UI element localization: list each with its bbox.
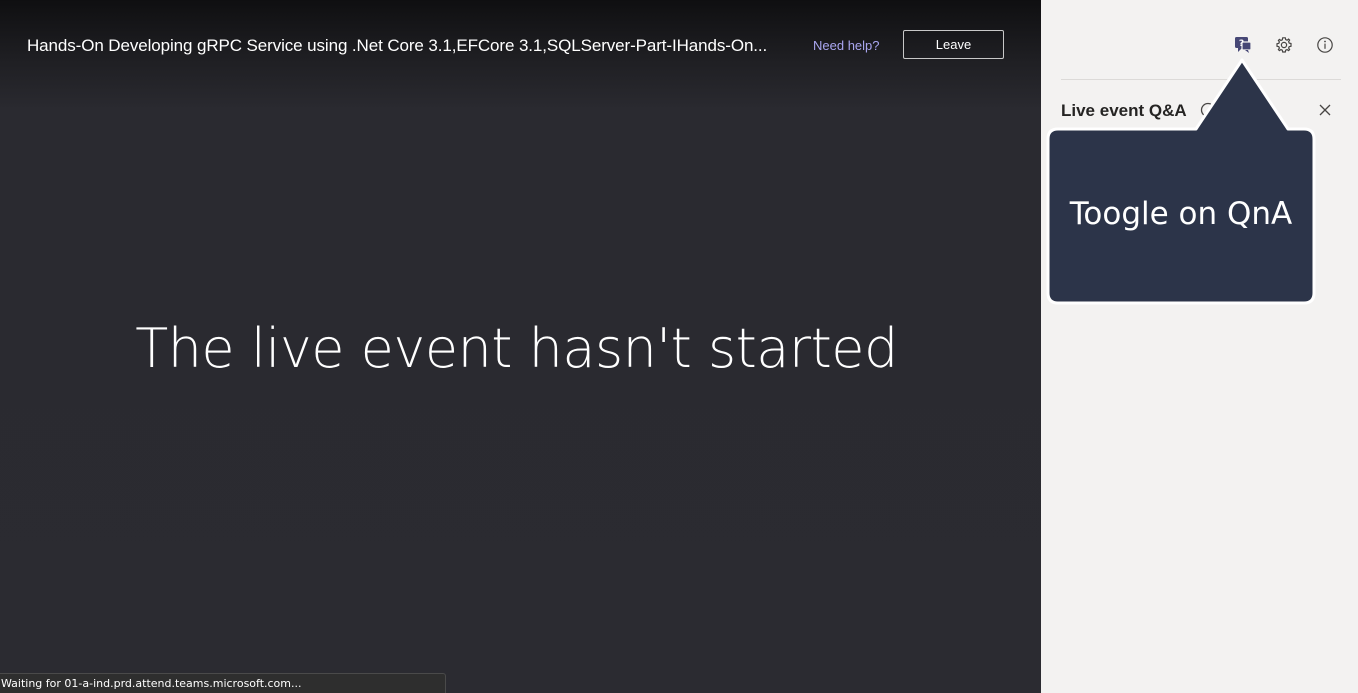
- browser-status-bar: Waiting for 01-a-ind.prd.attend.teams.mi…: [0, 673, 446, 693]
- close-icon: [1319, 104, 1331, 116]
- video-stage: Hands-On Developing gRPC Service using .…: [0, 0, 1041, 693]
- event-status-message: The live event hasn't started: [135, 317, 898, 380]
- leave-button[interactable]: Leave: [903, 30, 1004, 59]
- qna-callout-tooltip: Toogle on QnA: [1046, 56, 1316, 306]
- svg-text:?: ?: [1239, 39, 1244, 49]
- callout-text: Toogle on QnA: [1069, 196, 1293, 232]
- qna-toggle-button[interactable]: ?: [1232, 34, 1254, 56]
- gear-icon: [1276, 37, 1292, 53]
- need-help-link[interactable]: Need help?: [813, 38, 880, 53]
- info-button[interactable]: [1314, 34, 1336, 56]
- event-title: Hands-On Developing gRPC Service using .…: [27, 36, 768, 55]
- callout-shape: [1046, 58, 1316, 305]
- settings-button[interactable]: [1273, 34, 1295, 56]
- info-icon: [1317, 37, 1333, 53]
- close-panel-button[interactable]: [1317, 102, 1333, 118]
- qna-icon: ?: [1235, 37, 1252, 53]
